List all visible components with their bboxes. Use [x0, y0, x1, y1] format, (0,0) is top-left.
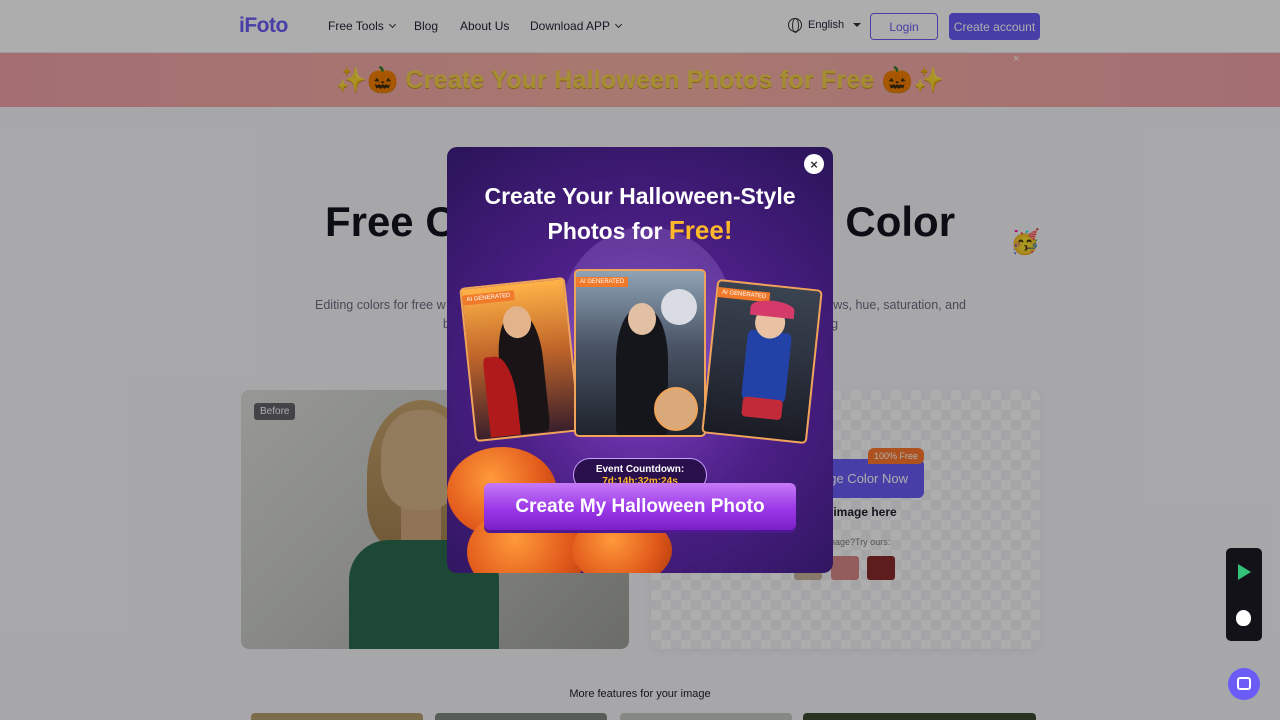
figure-face [628, 303, 656, 335]
google-play-icon[interactable] [1238, 564, 1251, 580]
modal-title-line1: Create Your Halloween-Style [484, 183, 796, 209]
modal-title-free: Free! [668, 215, 733, 245]
chat-icon [1237, 677, 1251, 690]
moon-in-card [661, 289, 697, 325]
countdown-label: Event Countdown: [595, 464, 685, 475]
ai-generated-tag: AI GENERATED [576, 277, 629, 287]
close-icon[interactable]: × [804, 154, 824, 174]
ai-generated-tag: AI GENERATED [462, 290, 516, 306]
figure-jacket [740, 329, 793, 404]
create-halloween-photo-button[interactable]: Create My Halloween Photo [484, 483, 796, 530]
avatar [654, 387, 698, 431]
halloween-promo-modal: × Create Your Halloween-Style Photos for… [447, 147, 833, 573]
apple-icon[interactable] [1236, 610, 1251, 626]
figure-shorts [741, 396, 784, 421]
app-download-bar [1226, 548, 1262, 641]
modal-title: Create Your Halloween-Style Photos for F… [447, 179, 833, 248]
sample-photo-vampire: AI GENERATED [459, 276, 581, 443]
modal-title-line2-text: Photos for [547, 218, 669, 244]
sample-photo-harley: AI GENERATED [701, 278, 823, 445]
chat-button[interactable] [1228, 668, 1260, 700]
modal-title-line2: Photos for Free! [447, 213, 833, 248]
